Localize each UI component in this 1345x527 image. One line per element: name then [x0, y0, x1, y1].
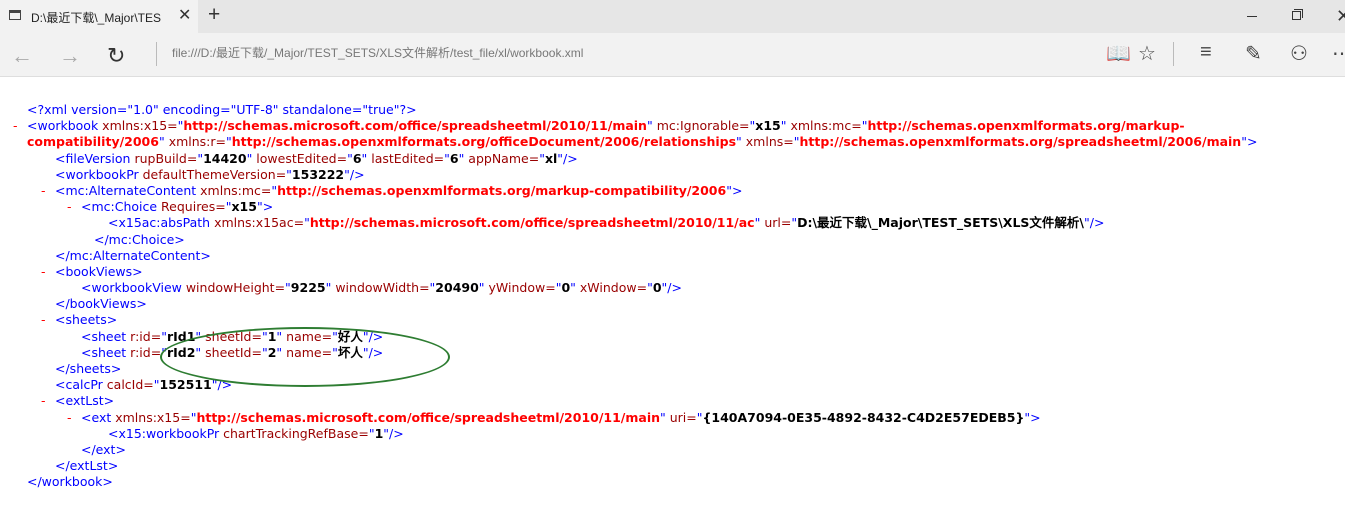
page-icon — [9, 10, 21, 20]
refresh-icon[interactable]: ↻ — [107, 43, 125, 69]
close-window-icon[interactable]: ✕ — [1336, 6, 1345, 27]
reading-view-icon[interactable]: 📖 — [1106, 41, 1131, 66]
minimize-icon[interactable] — [1247, 16, 1257, 17]
collapse-toggle[interactable]: - — [41, 312, 46, 328]
address-bar[interactable]: file:///D:/最近下载/_Major/TEST_SETS/XLS文件解析… — [172, 44, 583, 61]
extlst-open: - <extLst> — [41, 393, 115, 409]
collapse-toggle[interactable]: - — [13, 118, 18, 134]
abspath-element: <x15ac:absPath xmlns:x15ac="http://schem… — [108, 215, 1105, 231]
fileversion-element: <fileVersion rupBuild="14420" lowestEdit… — [55, 150, 578, 166]
browser-tab[interactable]: D:\最近下载\_Major\TES ✕ — [0, 0, 198, 33]
favorite-star-icon[interactable]: ☆ — [1138, 41, 1156, 66]
alternatecontent-close: </mc:AlternateContent> — [55, 247, 211, 263]
bookviews-open: - <bookViews> — [41, 263, 143, 280]
sheets-open: - <sheets> — [41, 312, 118, 328]
x15-workbookpr-element: <x15:workbookPr chartTrackingRefBase="1"… — [108, 425, 404, 441]
hub-icon[interactable]: ≡ — [1200, 41, 1212, 64]
close-tab-icon[interactable]: ✕ — [178, 5, 191, 25]
bookviews-close: </bookViews> — [55, 296, 147, 312]
share-icon[interactable]: ⚇ — [1290, 41, 1308, 66]
workbook-open-tag: - <workbook xmlns:x15="http://schemas.mi… — [13, 118, 1258, 150]
ext-close: </ext> — [81, 441, 126, 457]
collapse-toggle[interactable]: - — [41, 393, 46, 409]
navigation-bar: ← → ↻ file:///D:/最近下载/_Major/TEST_SETS/X… — [0, 33, 1345, 77]
xml-declaration: <?xml version="1.0" encoding="UTF-8" sta… — [27, 102, 417, 117]
highlight-ellipse — [160, 327, 450, 387]
choice-close: </mc:Choice> — [94, 231, 185, 247]
divider — [1173, 42, 1174, 66]
workbookview-element: <workbookView windowHeight="9225" window… — [81, 280, 682, 296]
collapse-toggle[interactable]: - — [41, 183, 46, 199]
tab-strip: D:\最近下载\_Major\TES ✕ + ✕ — [0, 0, 1345, 33]
tab-title: D:\最近下载\_Major\TES — [31, 11, 162, 25]
extlst-close: </extLst> — [55, 458, 119, 474]
new-tab-icon[interactable]: + — [208, 3, 220, 27]
alternatecontent-open: - <mc:AlternateContent xmlns:mc="http://s… — [41, 182, 743, 199]
collapse-toggle[interactable]: - — [67, 410, 72, 426]
back-icon[interactable]: ← — [11, 43, 33, 69]
ext-open: - <ext xmlns:x15="http://schemas.microsof… — [67, 409, 1041, 426]
restore-icon[interactable] — [1292, 11, 1301, 20]
collapse-toggle[interactable]: - — [41, 264, 46, 280]
divider — [156, 42, 157, 66]
web-note-icon[interactable]: ✎ — [1245, 41, 1262, 66]
more-icon[interactable]: ⋯ — [1332, 41, 1345, 66]
forward-icon[interactable]: → — [59, 43, 81, 69]
workbookpr-element: <workbookPr defaultThemeVersion="153222"… — [55, 166, 365, 182]
xml-tree-view: <?xml version="1.0" encoding="UTF-8" sta… — [0, 102, 1345, 491]
choice-open: - <mc:Choice Requires="x15"> — [67, 199, 274, 215]
calcpr-element: <calcPr calcId="152511"/> — [55, 377, 233, 393]
workbook-close-tag: </workbook> — [27, 474, 113, 490]
collapse-toggle[interactable]: - — [67, 199, 72, 215]
